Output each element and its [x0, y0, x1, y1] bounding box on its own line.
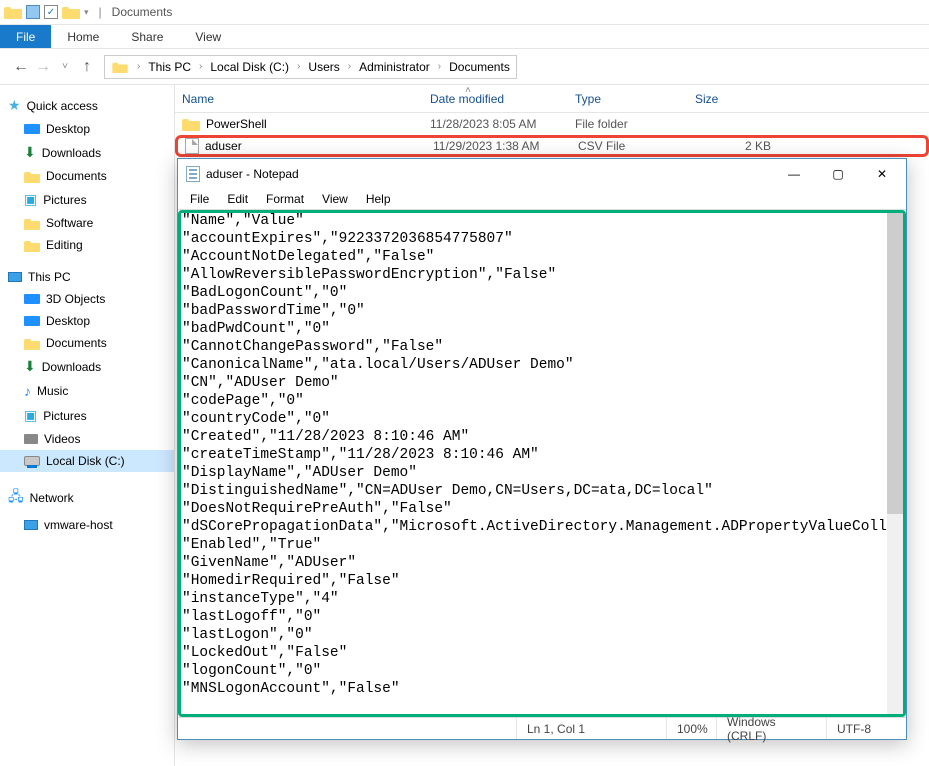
up-button[interactable]: ↑ — [76, 58, 98, 76]
notepad-text[interactable]: "Name","Value" "accountExpires","9223372… — [178, 210, 906, 717]
file-row-folder[interactable]: PowerShell 11/28/2023 8:05 AM File folde… — [175, 113, 929, 135]
menu-format[interactable]: Format — [258, 190, 312, 208]
status-position: Ln 1, Col 1 — [516, 718, 666, 739]
notepad-content-area: "Name","Value" "accountExpires","9223372… — [178, 209, 906, 717]
notepad-window: aduser - Notepad — ▢ ✕ File Edit Format … — [177, 158, 907, 740]
maximize-button[interactable]: ▢ — [816, 160, 860, 188]
folder-icon — [4, 5, 22, 19]
pc-icon — [8, 272, 22, 282]
desktop-icon — [24, 124, 40, 134]
nav-item-documents2[interactable]: Documents — [0, 332, 174, 354]
recent-dropdown[interactable]: ˅ — [54, 61, 76, 72]
pictures-icon: ▣ — [24, 407, 37, 424]
drive-icon — [24, 456, 40, 466]
col-type[interactable]: Type — [575, 92, 695, 106]
forward-button[interactable]: → — [32, 58, 54, 76]
scrollbar[interactable] — [887, 213, 903, 714]
notepad-menu: File Edit Format View Help — [178, 189, 906, 209]
nav-item-3d[interactable]: 3D Objects — [0, 288, 174, 310]
breadcrumb-item[interactable]: Local Disk (C:) — [210, 60, 289, 74]
nav-network[interactable]: 🖧Network — [0, 482, 174, 514]
qat-folder-icon[interactable] — [62, 5, 80, 19]
downloads-icon: ⬇ — [24, 144, 36, 161]
folder-icon — [24, 217, 40, 229]
nav-item-videos[interactable]: Videos — [0, 428, 174, 450]
nav-quick-access[interactable]: ★Quick access — [0, 93, 174, 118]
close-button[interactable]: ✕ — [860, 160, 904, 188]
breadcrumb-item[interactable]: Documents — [449, 60, 510, 74]
nav-item-software[interactable]: Software — [0, 212, 174, 234]
nav-toolbar: ← → ˅ ↑ › This PC› Local Disk (C:)› User… — [0, 49, 929, 85]
folder-icon — [182, 117, 200, 131]
explorer-titlebar: ✓ ▾ | Documents — [0, 0, 929, 25]
documents-icon — [24, 337, 40, 349]
nav-item-pictures[interactable]: ▣Pictures — [0, 187, 174, 212]
menu-view[interactable]: View — [314, 190, 356, 208]
host-icon — [24, 520, 38, 530]
pictures-icon: ▣ — [24, 191, 37, 208]
tab-view[interactable]: View — [179, 25, 237, 48]
network-icon: 🖧 — [8, 486, 24, 510]
nav-item-vmware[interactable]: vmware-host — [0, 514, 174, 536]
column-headers: ˄ Name Date modified Type Size — [175, 85, 929, 113]
csv-file-icon — [185, 138, 199, 154]
qat-dropdown-icon[interactable]: ▾ — [84, 7, 89, 18]
main-content: ★Quick access Desktop ⬇Downloads Documen… — [0, 85, 929, 766]
documents-icon — [24, 170, 40, 182]
tab-share[interactable]: Share — [115, 25, 179, 48]
nav-item-downloads[interactable]: ⬇Downloads — [0, 140, 174, 165]
breadcrumb-item[interactable]: Users — [308, 60, 339, 74]
sort-indicator-icon: ˄ — [465, 85, 471, 96]
downloads-icon: ⬇ — [24, 358, 36, 375]
qat-save-icon[interactable] — [26, 5, 40, 19]
nav-item-local-disk[interactable]: Local Disk (C:) — [0, 450, 174, 472]
notepad-statusbar: Ln 1, Col 1 100% Windows (CRLF) UTF-8 — [178, 717, 906, 739]
tab-home[interactable]: Home — [51, 25, 115, 48]
nav-item-desktop2[interactable]: Desktop — [0, 310, 174, 332]
menu-file[interactable]: File — [182, 190, 217, 208]
status-encoding: UTF-8 — [826, 718, 906, 739]
3d-icon — [24, 294, 40, 304]
back-button[interactable]: ← — [10, 58, 32, 76]
tab-file[interactable]: File — [0, 25, 51, 48]
menu-help[interactable]: Help — [358, 190, 399, 208]
scroll-thumb[interactable] — [887, 213, 903, 514]
nav-item-editing[interactable]: Editing — [0, 234, 174, 256]
breadcrumb-item[interactable]: Administrator — [359, 60, 430, 74]
status-eol: Windows (CRLF) — [716, 718, 826, 739]
music-icon: ♪ — [24, 383, 31, 399]
window-title: Documents — [112, 5, 173, 19]
minimize-button[interactable]: — — [772, 160, 816, 188]
nav-item-downloads2[interactable]: ⬇Downloads — [0, 354, 174, 379]
nav-item-desktop[interactable]: Desktop — [0, 118, 174, 140]
notepad-title: aduser - Notepad — [206, 167, 299, 181]
nav-item-music[interactable]: ♪Music — [0, 379, 174, 403]
desktop-icon — [24, 316, 40, 326]
folder-icon — [24, 239, 40, 251]
notepad-icon — [186, 166, 200, 182]
col-name[interactable]: Name — [175, 92, 430, 106]
ribbon-tabs: File Home Share View — [0, 25, 929, 49]
star-icon: ★ — [8, 97, 21, 114]
nav-item-pictures2[interactable]: ▣Pictures — [0, 403, 174, 428]
notepad-titlebar[interactable]: aduser - Notepad — ▢ ✕ — [178, 159, 906, 189]
file-list-pane: ˄ Name Date modified Type Size PowerShel… — [175, 85, 929, 766]
nav-this-pc[interactable]: This PC — [0, 266, 174, 288]
address-bar[interactable]: › This PC› Local Disk (C:)› Users› Admin… — [104, 55, 517, 79]
navigation-pane: ★Quick access Desktop ⬇Downloads Documen… — [0, 85, 175, 766]
col-date[interactable]: Date modified — [430, 92, 575, 106]
menu-edit[interactable]: Edit — [219, 190, 256, 208]
qat-properties-icon[interactable]: ✓ — [44, 5, 58, 19]
videos-icon — [24, 434, 38, 444]
status-zoom: 100% — [666, 718, 716, 739]
file-row-aduser[interactable]: aduser 11/29/2023 1:38 AM CSV File 2 KB — [175, 135, 929, 157]
breadcrumb-folder-icon — [112, 61, 127, 73]
col-size[interactable]: Size — [695, 92, 775, 106]
nav-item-documents[interactable]: Documents — [0, 165, 174, 187]
breadcrumb-item[interactable]: This PC — [148, 60, 191, 74]
